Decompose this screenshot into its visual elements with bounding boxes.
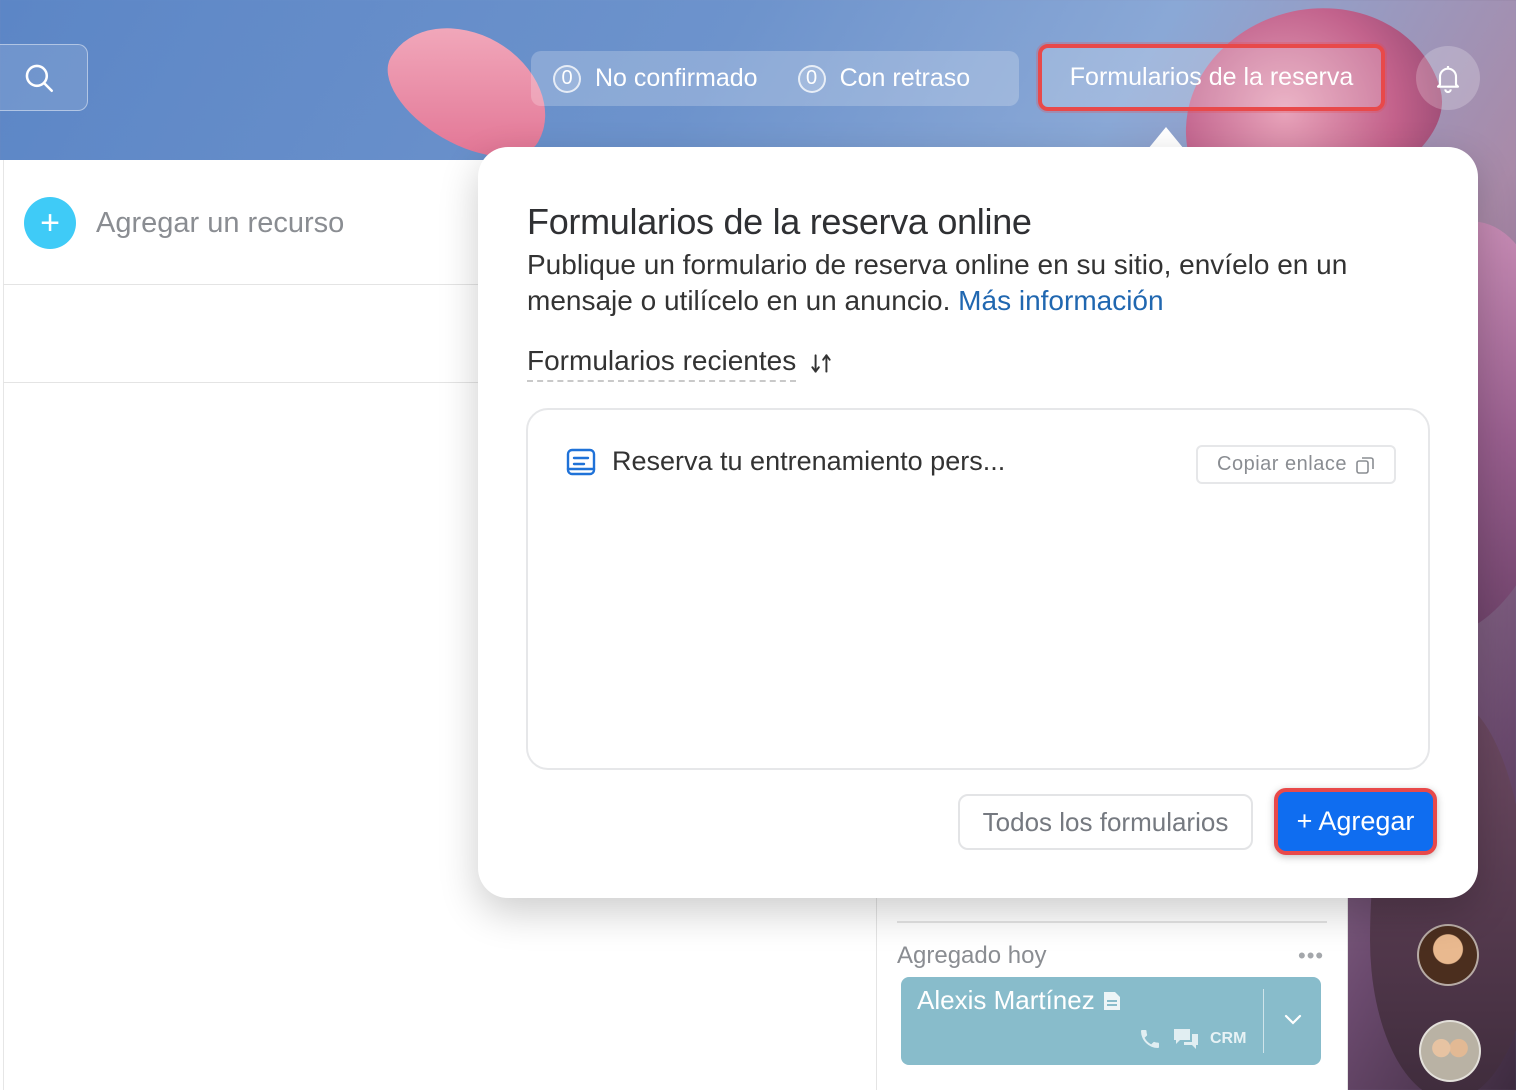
search-icon: [25, 64, 54, 92]
crm-label[interactable]: CRM: [1210, 1030, 1246, 1048]
copy-icon: [1356, 456, 1374, 474]
description-text: Publique un formulario de reserva online…: [527, 249, 1348, 316]
chat-icon[interactable]: [1172, 1027, 1200, 1051]
user-avatar[interactable]: [1417, 924, 1479, 986]
list-item[interactable]: Reserva tu entrenamiento pers...: [566, 446, 1005, 477]
recent-forms-sort[interactable]: Formularios recientes: [527, 345, 834, 382]
bell-icon: [1436, 66, 1460, 93]
contact-name-row: Alexis Martínez: [917, 985, 1121, 1016]
filter-unconfirmed[interactable]: 0 No confirmado: [553, 64, 758, 93]
column-divider: [3, 160, 4, 1090]
more-dots-icon[interactable]: •••: [1298, 943, 1324, 969]
more-info-link[interactable]: Más información: [958, 285, 1163, 316]
unconfirmed-label: No confirmado: [595, 64, 758, 92]
contact-actions: CRM: [1138, 1027, 1246, 1051]
add-form-button[interactable]: + Agregar: [1274, 788, 1437, 855]
delayed-label: Con retraso: [839, 64, 971, 92]
all-forms-button[interactable]: Todos los formularios: [958, 794, 1253, 850]
popover-arrow: [1148, 127, 1184, 149]
sort-icon: [811, 353, 831, 373]
add-resource-button[interactable]: + Agregar un recurso: [24, 197, 344, 249]
phone-icon[interactable]: [1138, 1027, 1162, 1051]
section-label: Agregado hoy: [897, 942, 1047, 969]
filter-delayed[interactable]: 0 Con retraso: [797, 64, 971, 93]
copy-link-label: Copiar enlace: [1217, 453, 1347, 475]
recent-forms-list: Reserva tu entrenamiento pers... Copiar …: [526, 408, 1430, 770]
popover-title: Formularios de la reserva online: [527, 201, 1032, 242]
team-avatar[interactable]: [1419, 1020, 1481, 1082]
contact-card[interactable]: Alexis Martínez CRM: [901, 977, 1321, 1065]
form-name: Reserva tu entrenamiento pers...: [612, 446, 1006, 476]
delayed-count-badge: 0: [797, 64, 826, 93]
card-divider: [1263, 989, 1264, 1053]
unconfirmed-count-badge: 0: [553, 64, 581, 93]
popover-description: Publique un formulario de reserva online…: [527, 247, 1437, 319]
form-icon: [566, 448, 596, 475]
add-resource-label: Agregar un recurso: [96, 206, 345, 239]
plus-icon: +: [24, 197, 76, 249]
section-divider: [897, 921, 1327, 923]
status-filters: 0 No confirmado 0 Con retraso: [531, 51, 1019, 106]
chevron-down-icon[interactable]: [1281, 1007, 1305, 1031]
notifications-button[interactable]: [1416, 46, 1480, 110]
recent-forms-label: Formularios recientes: [527, 345, 797, 382]
contact-name: Alexis Martínez: [917, 985, 1095, 1015]
copy-link-button[interactable]: Copiar enlace: [1196, 445, 1396, 484]
search-button[interactable]: [0, 44, 88, 111]
booking-forms-button[interactable]: Formularios de la reserva: [1038, 44, 1385, 111]
note-icon: [1103, 991, 1120, 1010]
booking-forms-popover: Formularios de la reserva online Publiqu…: [478, 147, 1478, 898]
